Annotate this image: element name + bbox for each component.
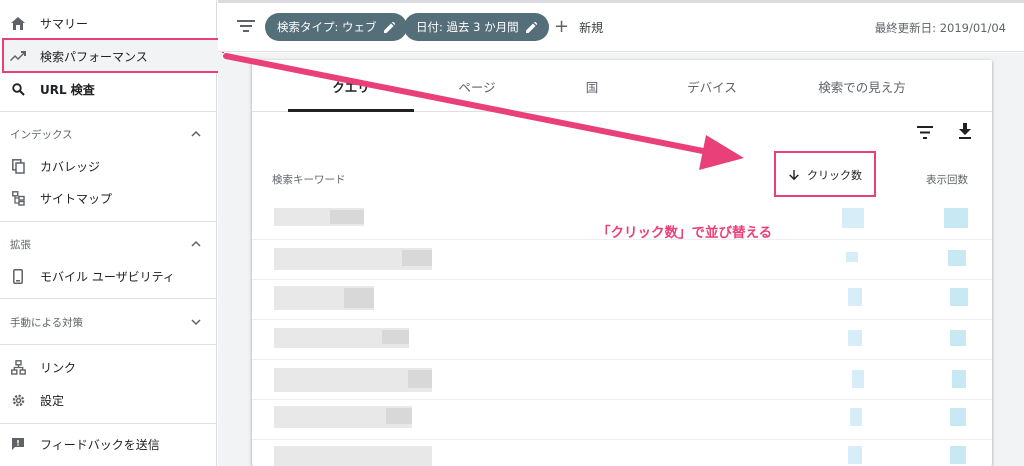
section-label: 手動による対策: [10, 316, 84, 329]
column-header-impressions[interactable]: 表示回数: [926, 172, 968, 187]
sidebar-item-url-inspection[interactable]: URL 検査: [0, 73, 217, 105]
table-row[interactable]: [252, 360, 992, 400]
sidebar-item-sitemaps[interactable]: サイトマップ: [0, 182, 217, 214]
section-header-index[interactable]: インデックス: [0, 120, 217, 148]
divider: [0, 344, 217, 345]
table-row[interactable]: [252, 280, 992, 320]
blurred-clicks: [848, 446, 862, 464]
blurred-query: [382, 330, 409, 344]
blurred-clicks: [850, 408, 862, 426]
annotation-text: 「クリック数」で並び替える: [597, 225, 773, 241]
table-row[interactable]: [252, 320, 992, 360]
blurred-impressions: [950, 288, 968, 306]
sidebar-item-label: 検索パフォーマンス: [40, 49, 148, 64]
tab-bar: クエリ ページ 国 デバイス 検索での見え方: [252, 60, 992, 112]
phone-icon: [10, 268, 26, 284]
filter-icon[interactable]: [237, 19, 255, 33]
top-shadow: [218, 0, 1024, 3]
blurred-clicks: [842, 208, 864, 228]
sidebar-item-label: URL 検査: [40, 82, 95, 97]
section-header-enhancements[interactable]: 拡張: [0, 230, 217, 258]
blurred-impressions: [950, 408, 966, 426]
clicks-label: クリック数: [807, 169, 862, 182]
network-icon: [10, 359, 26, 375]
blurred-query: [408, 370, 432, 388]
download-icon[interactable]: [958, 123, 972, 139]
sidebar-item-label: フィードバックを送信: [40, 437, 160, 452]
sidebar-item-performance[interactable]: 検索パフォーマンス: [0, 40, 217, 72]
chip-date[interactable]: 日付: 過去 3 か月間: [404, 13, 549, 41]
blurred-clicks: [852, 370, 864, 388]
blurred-impressions: [950, 446, 966, 464]
column-header-clicks[interactable]: クリック数: [789, 167, 862, 183]
search-console-screen: サマリー 検索パフォーマンス URL 検査 インデックス カバレッジ サイトマッ…: [0, 0, 1024, 466]
blurred-query: [386, 408, 412, 424]
table-row[interactable]: [252, 240, 992, 280]
blurred-query: [274, 446, 432, 466]
pencil-icon: [383, 21, 395, 33]
sidebar-item-coverage[interactable]: カバレッジ: [0, 150, 217, 182]
arrow-down-icon: [789, 169, 799, 180]
plus-icon: +: [554, 16, 570, 37]
sidebar-item-feedback[interactable]: フィードバックを送信: [0, 428, 217, 460]
chevron-up-icon: [191, 130, 201, 137]
sidebar-item-label: カバレッジ: [40, 159, 101, 174]
gear-icon: [10, 392, 26, 408]
column-header-keyword[interactable]: 検索キーワード: [272, 172, 346, 187]
tab-countries[interactable]: 国: [562, 60, 622, 112]
chevron-up-icon: [191, 240, 201, 247]
tab-indicator: [288, 109, 414, 112]
copy-icon: [10, 158, 26, 174]
sidebar-item-summary[interactable]: サマリー: [0, 7, 217, 39]
top-bar: 検索タイプ: ウェブ 日付: 過去 3 か月間 + 新規 最終更新日: 2019…: [218, 0, 1024, 52]
tab-search-appearance[interactable]: 検索での見え方: [797, 60, 927, 112]
divider: [0, 298, 217, 299]
divider: [0, 221, 217, 222]
sidebar-item-links[interactable]: リンク: [0, 351, 217, 383]
blurred-clicks: [848, 288, 862, 306]
sidebar-item-label: リンク: [40, 360, 77, 375]
feedback-icon: [10, 436, 26, 452]
trending-up-icon: [10, 48, 26, 64]
search-icon: [10, 81, 26, 97]
divider: [0, 111, 217, 112]
sidebar-item-label: モバイル ユーザビリティ: [40, 269, 175, 284]
sidebar-item-settings[interactable]: 設定: [0, 384, 217, 416]
table-row[interactable]: [252, 400, 992, 440]
sitemap-icon: [10, 190, 26, 206]
sidebar-item-label: 設定: [40, 393, 65, 408]
sidebar-item-mobile-usability[interactable]: モバイル ユーザビリティ: [0, 260, 217, 292]
blurred-impressions: [948, 250, 966, 266]
chevron-down-icon: [191, 319, 201, 326]
blurred-clicks: [846, 252, 858, 262]
blurred-impressions: [950, 330, 966, 346]
blurred-query: [330, 210, 364, 224]
results-card: クエリ ページ 国 デバイス 検索での見え方 検索キーワード 表示回数: [252, 60, 992, 466]
chip-search-type[interactable]: 検索タイプ: ウェブ: [265, 13, 407, 41]
section-header-manual-actions[interactable]: 手動による対策: [0, 308, 217, 336]
sidebar-item-label: サイトマップ: [40, 191, 113, 206]
last-updated: 最終更新日: 2019/01/04: [874, 21, 1006, 35]
tab-queries[interactable]: クエリ: [288, 60, 414, 112]
home-icon: [10, 15, 26, 31]
pencil-icon: [525, 21, 537, 33]
blurred-query: [402, 250, 432, 266]
chip-label: 検索タイプ: ウェブ: [277, 20, 377, 34]
tab-devices[interactable]: デバイス: [662, 60, 762, 112]
blurred-impressions: [944, 208, 968, 228]
blurred-clicks: [848, 330, 862, 346]
section-label: インデックス: [10, 128, 73, 141]
chip-label: 日付: 過去 3 か月間: [416, 20, 519, 34]
tab-pages[interactable]: ページ: [432, 60, 522, 112]
new-label: 新規: [579, 20, 604, 35]
blurred-query: [344, 288, 374, 308]
divider: [0, 423, 217, 424]
table-row[interactable]: [252, 440, 992, 466]
blurred-impressions: [952, 370, 966, 388]
section-label: 拡張: [10, 238, 31, 251]
sidebar-item-label: サマリー: [40, 16, 89, 31]
sidebar: サマリー 検索パフォーマンス URL 検査 インデックス カバレッジ サイトマッ…: [0, 0, 224, 466]
new-filter-button[interactable]: + 新規: [554, 17, 603, 37]
filter-rows-icon[interactable]: [917, 126, 933, 139]
